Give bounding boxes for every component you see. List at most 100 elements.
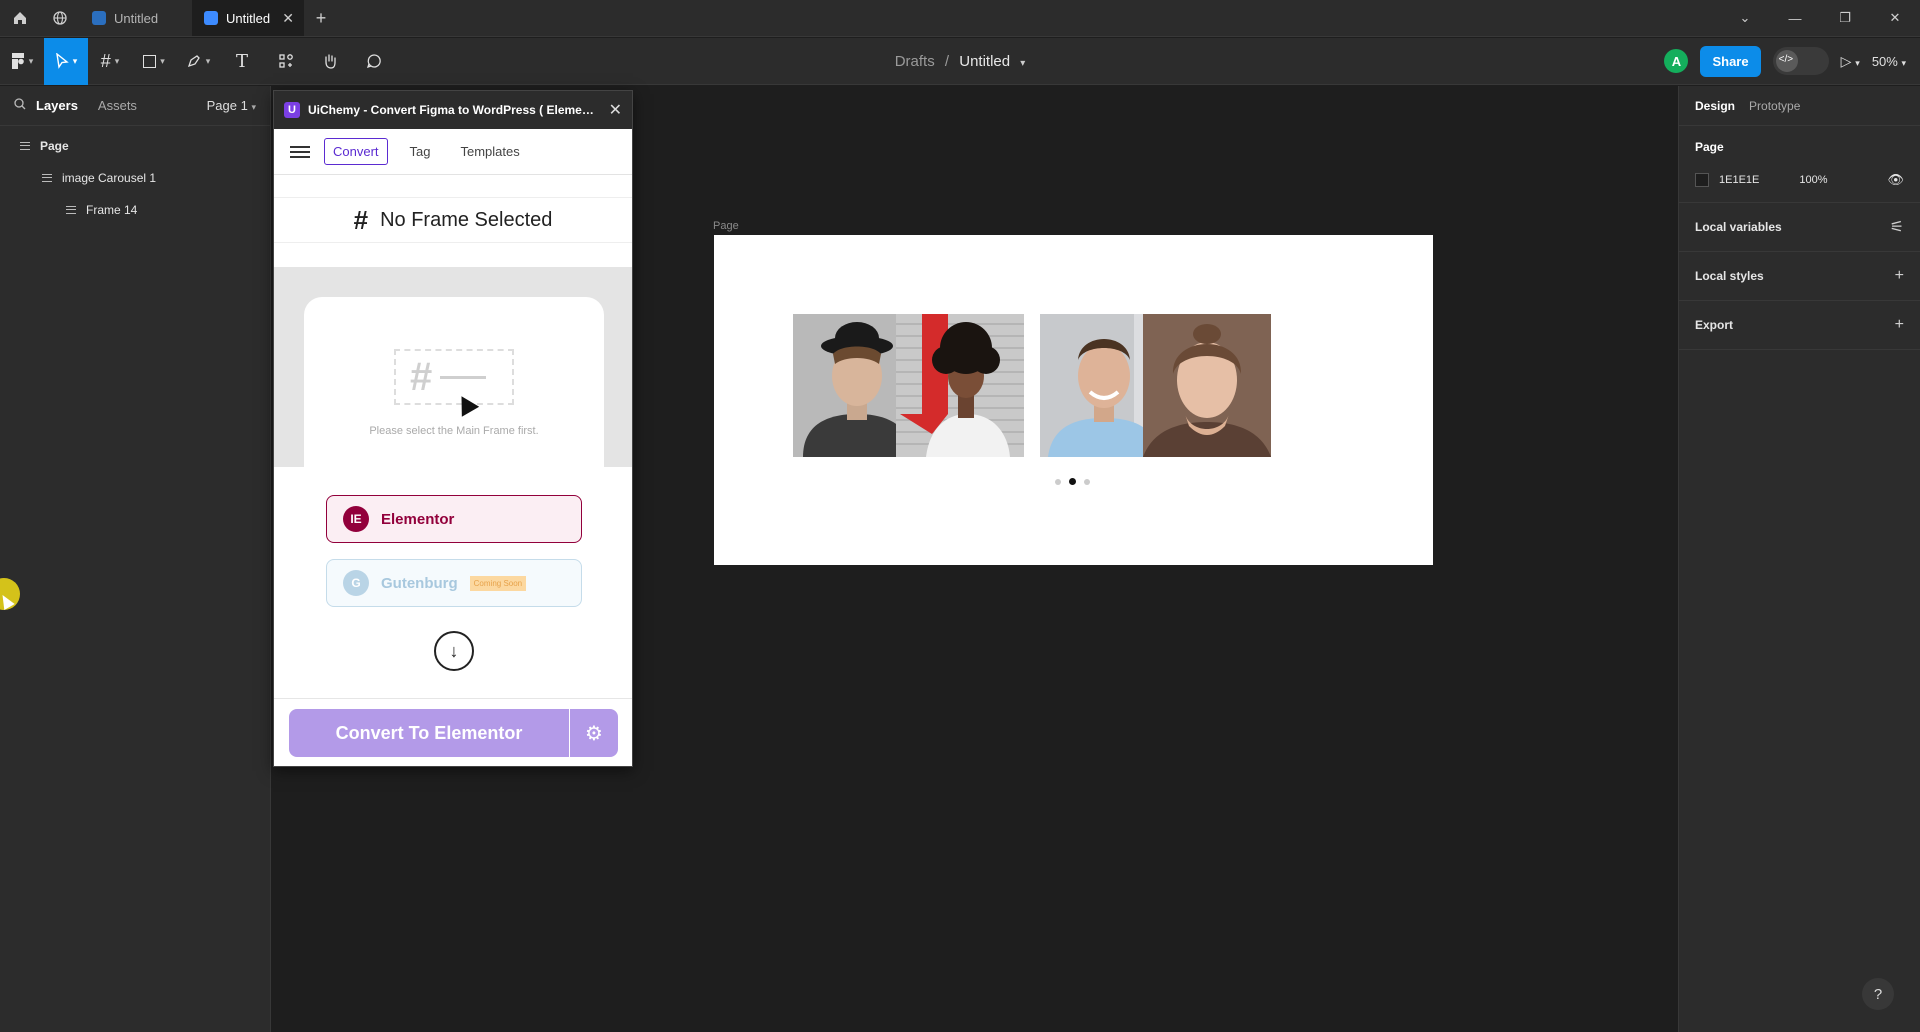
carousel-dot-active[interactable] (1069, 478, 1076, 485)
hamburger-menu-icon[interactable] (290, 145, 310, 158)
restore-icon[interactable]: ❐ (1820, 0, 1870, 36)
local-variables-label: Local variables (1695, 220, 1782, 234)
help-button[interactable]: ? (1862, 978, 1894, 1010)
chevron-down-icon: ▾ (1855, 57, 1860, 68)
tab-assets[interactable]: Assets (98, 98, 137, 113)
placeholder-text: Please select the Main Frame first. (369, 425, 539, 437)
layer-image-carousel[interactable]: image Carousel 1 (0, 162, 270, 194)
breadcrumb-separator: / (944, 52, 950, 70)
resources-tool-button[interactable] (264, 38, 308, 85)
main-menu-button[interactable]: ▾ (0, 38, 44, 85)
sliders-icon[interactable]: ⚟ (1890, 217, 1904, 237)
layer-page[interactable]: Page (0, 130, 270, 162)
tab-prototype[interactable]: Prototype (1749, 99, 1800, 113)
background-color-swatch[interactable] (1695, 173, 1709, 187)
frame-tool-button[interactable]: # ▾ (88, 38, 132, 85)
design-panel: Design Prototype Page 1E1E1E 100% 👁 Loca… (1678, 86, 1920, 1032)
plugin-title: UiChemy - Convert Figma to WordPress ( E… (308, 103, 598, 117)
present-button[interactable]: ▷ ▾ (1841, 53, 1860, 70)
comment-tool-button[interactable] (352, 38, 396, 85)
home-icon[interactable] (0, 0, 40, 36)
cursor-arrow-icon (55, 53, 69, 69)
gear-icon: ⚙ (585, 722, 603, 745)
chevron-down-icon: ▾ (205, 55, 211, 66)
export-label: Export (1695, 318, 1734, 332)
chevron-down-icon: ▾ (28, 55, 34, 66)
convert-to-elementor-button[interactable]: Convert To Elementor (289, 709, 569, 757)
export-row[interactable]: Export + (1679, 301, 1920, 350)
pen-tool-button[interactable]: ▾ (176, 38, 220, 85)
chevron-down-icon: ▾ (160, 55, 165, 66)
tab-convert[interactable]: Convert (324, 138, 388, 165)
layer-frame-14[interactable]: Frame 14 (0, 194, 270, 226)
comment-icon (366, 54, 381, 69)
figma-toolbar: ▾ ▾ # ▾ ▾ ▾ T Drafts / Untitled ▾ A Shar… (0, 37, 1920, 85)
local-styles-row[interactable]: Local styles + (1679, 252, 1920, 301)
frame-placeholder-icon: # (394, 349, 514, 405)
carousel-dot[interactable] (1084, 478, 1090, 485)
page-selector[interactable]: Page 1 ▾ (207, 98, 256, 113)
chevron-down-icon: ▾ (251, 102, 256, 112)
plus-icon[interactable]: + (1895, 316, 1904, 334)
breadcrumb-drafts[interactable]: Drafts (895, 53, 935, 70)
tab-templates[interactable]: Templates (453, 139, 528, 164)
canvas-frame[interactable] (714, 235, 1433, 565)
page-icon (20, 142, 30, 150)
background-hex-input[interactable]: 1E1E1E (1719, 174, 1759, 186)
chevron-down-icon: ▾ (72, 55, 78, 66)
dev-mode-toggle[interactable]: </> (1772, 47, 1829, 75)
plugin-footer: Convert To Elementor ⚙ (274, 698, 632, 766)
carousel-dot[interactable] (1055, 478, 1061, 485)
breadcrumb-file-name[interactable]: Untitled (959, 53, 1010, 70)
background-opacity-input[interactable]: 100% (1799, 174, 1827, 186)
elementor-label: Elementor (381, 510, 455, 528)
auto-layout-icon (42, 174, 52, 182)
arrow-down-circle-icon[interactable]: ↓ (434, 631, 474, 671)
tab-tag[interactable]: Tag (402, 139, 439, 164)
canvas-frame-label[interactable]: Page (713, 220, 739, 232)
carousel-photo-4[interactable] (1143, 314, 1271, 457)
shape-tool-button[interactable]: ▾ (132, 38, 176, 85)
layer-label: image Carousel 1 (62, 171, 157, 185)
elementor-option-button[interactable]: IE Elementor (326, 495, 582, 543)
carousel-dots (1055, 478, 1090, 485)
tab-layers[interactable]: Layers (36, 98, 78, 113)
eye-visibility-icon[interactable]: 👁 (1887, 172, 1904, 188)
uichemy-plugin-window: U UiChemy - Convert Figma to WordPress (… (273, 90, 633, 767)
frame-hash-icon: # (100, 50, 111, 71)
uichemy-logo-icon: U (284, 102, 300, 118)
gutenburg-option-button[interactable]: G Gutenburg Coming Soon (326, 559, 582, 607)
chevron-down-icon[interactable]: ⌄ (1720, 0, 1770, 36)
user-avatar[interactable]: A (1664, 49, 1689, 73)
search-icon[interactable] (14, 98, 26, 113)
file-tab-active[interactable]: Untitled ✕ (192, 0, 304, 36)
local-variables-row[interactable]: Local variables ⚟ (1679, 203, 1920, 252)
elementor-logo-icon: IE (343, 506, 369, 532)
globe-icon[interactable] (40, 0, 80, 36)
settings-gear-button[interactable]: ⚙ (570, 709, 618, 757)
close-tab-icon[interactable]: ✕ (282, 10, 294, 27)
close-icon[interactable]: ✕ (609, 100, 622, 120)
text-tool-button[interactable]: T (220, 38, 264, 85)
frame-hash-icon: # (353, 204, 369, 235)
chevron-down-icon[interactable]: ▾ (1020, 58, 1025, 69)
plus-icon[interactable]: + (1895, 267, 1904, 285)
new-tab-plus-icon[interactable]: + (304, 0, 338, 36)
pen-icon (187, 55, 200, 68)
page-section-title: Page (1695, 140, 1724, 154)
layer-label: Page (40, 139, 69, 153)
carousel-photo-2[interactable] (896, 314, 1024, 457)
zoom-dropdown[interactable]: 50% ▾ (1872, 54, 1906, 69)
figma-logo-icon (11, 53, 24, 69)
gutenberg-logo-icon: G (343, 570, 369, 596)
preview-area: # Please select the Main Frame first. (274, 267, 632, 467)
text-t-icon: T (235, 50, 248, 72)
frame-status: # No Frame Selected (274, 197, 632, 243)
move-tool-button[interactable]: ▾ (44, 37, 88, 85)
minimize-icon[interactable]: — (1770, 0, 1820, 36)
tab-design[interactable]: Design (1695, 99, 1735, 113)
share-button[interactable]: Share (1700, 45, 1761, 77)
file-tab[interactable]: Untitled (80, 0, 192, 36)
close-window-icon[interactable]: ✕ (1870, 0, 1920, 36)
hand-tool-button[interactable] (308, 38, 352, 85)
